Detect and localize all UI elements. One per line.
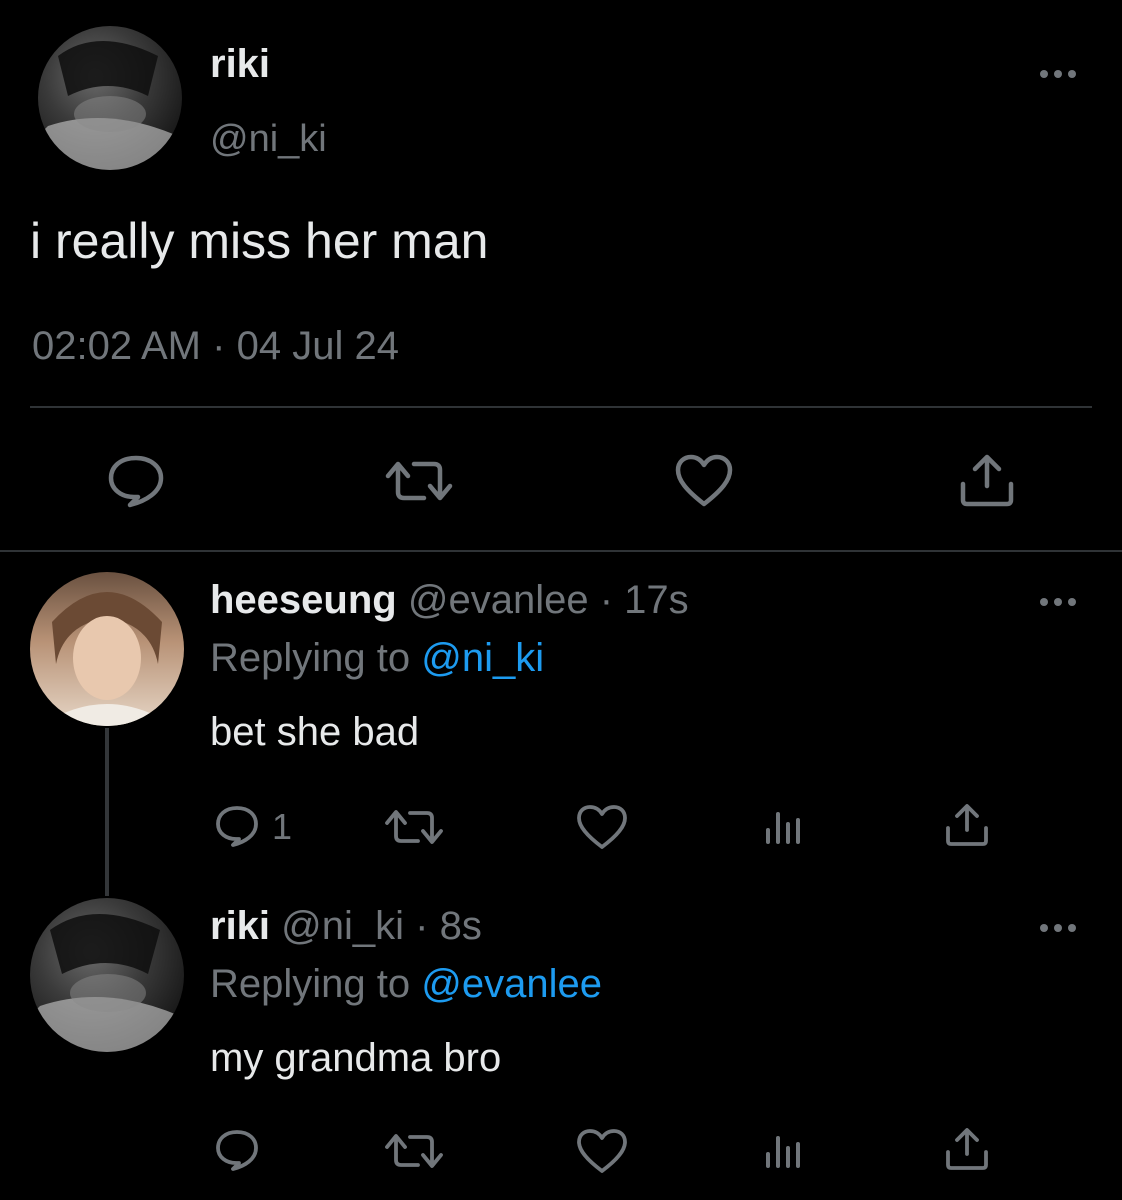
display-name[interactable]: riki xyxy=(210,42,270,87)
handle[interactable]: @ni_ki xyxy=(210,118,327,161)
tweet-text: my grandma bro xyxy=(210,1036,502,1080)
reply-icon[interactable] xyxy=(106,452,166,508)
replying-to-link[interactable]: @ni_ki xyxy=(421,636,544,680)
reply-icon[interactable] xyxy=(214,804,260,848)
avatar-image xyxy=(38,41,178,170)
replying-to-label: Replying to xyxy=(210,636,411,680)
more-options-icon[interactable] xyxy=(1040,918,1084,938)
retweet-icon[interactable] xyxy=(384,1130,444,1172)
separator: · xyxy=(212,324,226,368)
share-icon[interactable] xyxy=(958,452,1016,508)
like-icon[interactable] xyxy=(674,454,734,508)
separator: · xyxy=(599,578,614,622)
like-icon[interactable] xyxy=(576,1128,628,1174)
share-icon[interactable] xyxy=(944,1126,990,1172)
more-options-icon[interactable] xyxy=(1040,64,1084,84)
avatar[interactable] xyxy=(38,26,182,170)
more-options-icon[interactable] xyxy=(1040,592,1084,612)
handle[interactable]: @evanlee xyxy=(408,578,589,622)
avatar-image xyxy=(40,592,174,726)
thread-line xyxy=(105,728,109,896)
avatar-image xyxy=(30,914,180,1052)
tweet-time[interactable]: 8s xyxy=(440,904,482,948)
like-icon[interactable] xyxy=(576,804,628,850)
analytics-icon[interactable] xyxy=(764,806,804,846)
replying-to-link[interactable]: @evanlee xyxy=(421,962,602,1006)
separator: · xyxy=(415,904,429,948)
reply-header: riki @ni_ki · 8s xyxy=(210,904,482,949)
tweet-timestamp[interactable]: 02:02 AM · 04 Jul 24 xyxy=(32,324,399,369)
retweet-icon[interactable] xyxy=(384,806,444,848)
display-name[interactable]: heeseung xyxy=(210,578,397,622)
reply-icon[interactable] xyxy=(214,1128,260,1172)
date: 04 Jul 24 xyxy=(236,324,399,368)
tweet-text: i really miss her man xyxy=(30,213,489,269)
replying-to-label: Replying to xyxy=(210,962,411,1006)
tweet-text: bet she bad xyxy=(210,710,420,754)
replying-to: Replying to @ni_ki xyxy=(210,636,544,681)
replying-to: Replying to @evanlee xyxy=(210,962,602,1007)
avatar[interactable] xyxy=(30,572,184,726)
share-icon[interactable] xyxy=(944,802,990,848)
display-name[interactable]: riki xyxy=(210,904,270,948)
divider xyxy=(30,406,1092,408)
handle[interactable]: @ni_ki xyxy=(281,904,404,948)
time: 02:02 AM xyxy=(32,324,202,368)
avatar[interactable] xyxy=(30,898,184,1052)
reply-count: 1 xyxy=(272,806,293,847)
retweet-icon[interactable] xyxy=(384,456,454,506)
reply-header: heeseung @evanlee · 17s xyxy=(210,578,689,623)
tweet-time[interactable]: 17s xyxy=(624,578,689,622)
analytics-icon[interactable] xyxy=(764,1130,804,1170)
divider xyxy=(0,550,1122,552)
